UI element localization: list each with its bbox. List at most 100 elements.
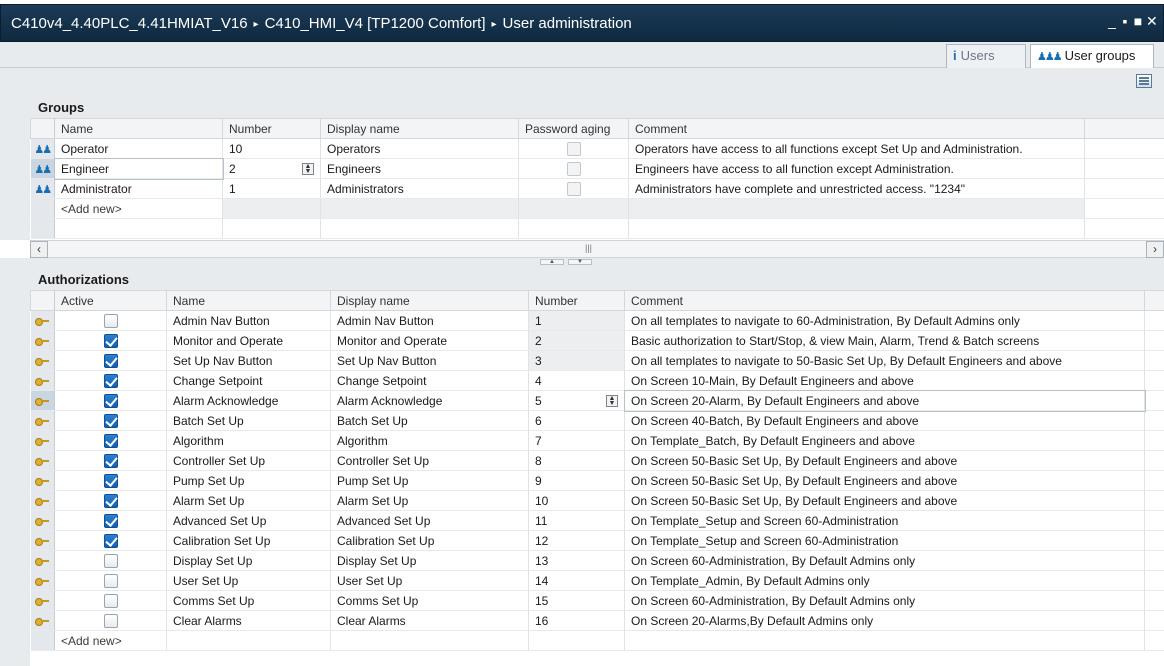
active-checkbox[interactable] bbox=[103, 433, 118, 448]
authorization-comment[interactable]: On Screen 60-Administration, By Default … bbox=[624, 550, 1145, 571]
active-checkbox[interactable] bbox=[103, 413, 118, 428]
authorization-row[interactable]: Advanced Set Up Advanced Set Up 11 On Templ… bbox=[30, 510, 1164, 531]
active-cell[interactable] bbox=[54, 590, 167, 611]
row-header[interactable] bbox=[30, 570, 55, 591]
row-header[interactable] bbox=[30, 410, 55, 431]
group-name[interactable]: Administrator bbox=[54, 178, 223, 199]
group-name[interactable]: Engineer bbox=[53, 157, 224, 180]
spinner-icon[interactable]: ▲ ▼ bbox=[606, 394, 618, 407]
authorization-name[interactable]: Controller Set Up bbox=[166, 450, 331, 471]
active-checkbox[interactable] bbox=[103, 453, 118, 468]
active-checkbox[interactable] bbox=[103, 333, 118, 348]
authorization-display-name[interactable]: Alarm Acknowledge bbox=[330, 390, 529, 411]
authorization-row[interactable]: Comms Set Up Comms Set Up 15 On Screen 60-A… bbox=[30, 590, 1164, 611]
authorization-display-name[interactable]: User Set Up bbox=[330, 570, 529, 591]
authorization-name[interactable]: Algorithm bbox=[166, 430, 331, 451]
authorization-number-cell[interactable]: 7 bbox=[528, 430, 625, 451]
row-header[interactable]: ♟♟ bbox=[30, 178, 55, 199]
active-cell[interactable] bbox=[54, 430, 167, 451]
authorization-display-name[interactable]: Alarm Set Up bbox=[330, 490, 529, 511]
authorization-row[interactable]: Alarm Acknowledge Alarm Acknowledge 5 ▲ ▼ On … bbox=[30, 389, 1164, 412]
authorization-display-name[interactable]: Algorithm bbox=[330, 430, 529, 451]
password-aging-checkbox[interactable] bbox=[566, 161, 581, 176]
col-comment[interactable]: Comment bbox=[624, 290, 1145, 311]
maximize-icon[interactable]: ■ bbox=[1133, 13, 1146, 29]
authorization-display-name[interactable]: Change Setpoint bbox=[330, 370, 529, 391]
authorization-row[interactable]: Batch Set Up Batch Set Up 6 On Screen 40-Ba… bbox=[30, 410, 1164, 431]
row-header[interactable] bbox=[30, 530, 55, 551]
authorization-name[interactable]: Pump Set Up bbox=[166, 470, 331, 491]
active-checkbox[interactable] bbox=[103, 513, 118, 528]
active-checkbox[interactable] bbox=[103, 493, 118, 508]
row-header[interactable] bbox=[30, 350, 55, 371]
col-name[interactable]: Name bbox=[54, 118, 223, 139]
authorization-row[interactable]: Controller Set Up Controller Set Up 8 On Sc… bbox=[30, 450, 1164, 471]
authorization-number-cell[interactable]: 8 bbox=[528, 450, 625, 471]
row-header[interactable] bbox=[30, 430, 55, 451]
active-cell[interactable] bbox=[54, 510, 167, 531]
authorization-number-cell[interactable]: 15 bbox=[528, 590, 625, 611]
col-name[interactable]: Name bbox=[166, 290, 331, 311]
authorization-comment[interactable]: On Screen 50-Basic Set Up, By Default En… bbox=[624, 450, 1145, 471]
group-password-aging[interactable] bbox=[518, 138, 629, 159]
col-password-aging[interactable]: Password aging bbox=[518, 118, 629, 139]
authorization-name[interactable]: Display Set Up bbox=[166, 550, 331, 571]
group-row[interactable]: ♟♟ Administrator 1 Administrators Admini… bbox=[30, 178, 1164, 199]
row-header[interactable] bbox=[30, 550, 55, 571]
authorization-comment[interactable]: On all templates to navigate to 60-Admin… bbox=[624, 310, 1145, 331]
authorization-row[interactable]: Algorithm Algorithm 7 On Template_Batch, By… bbox=[30, 430, 1164, 451]
authorization-comment[interactable]: On Screen 10-Main, By Default Engineers … bbox=[624, 370, 1145, 391]
add-new-authorization[interactable]: <Add new> bbox=[54, 630, 167, 651]
authorization-display-name[interactable]: Set Up Nav Button bbox=[330, 350, 529, 371]
authorization-name[interactable]: User Set Up bbox=[166, 570, 331, 591]
row-header[interactable] bbox=[30, 590, 55, 611]
row-header[interactable] bbox=[30, 610, 55, 631]
authorization-comment[interactable]: Basic authorization to Start/Stop, & vie… bbox=[624, 330, 1145, 351]
group-password-aging[interactable] bbox=[518, 158, 629, 179]
active-checkbox[interactable] bbox=[103, 393, 118, 408]
authorization-row[interactable]: Alarm Set Up Alarm Set Up 10 On Screen 50-B… bbox=[30, 490, 1164, 511]
authorization-comment[interactable]: On Template_Admin, By Default Admins onl… bbox=[624, 570, 1145, 591]
row-header[interactable]: ♟♟ bbox=[30, 158, 55, 179]
active-cell[interactable] bbox=[54, 350, 167, 371]
scroll-right-icon[interactable]: › bbox=[1146, 241, 1164, 258]
active-checkbox[interactable] bbox=[103, 613, 118, 628]
authorization-name[interactable]: Alarm Set Up bbox=[166, 490, 331, 511]
authorization-name[interactable]: Set Up Nav Button bbox=[166, 350, 331, 371]
active-cell[interactable] bbox=[54, 610, 167, 631]
authorization-display-name[interactable]: Pump Set Up bbox=[330, 470, 529, 491]
authorization-number-cell[interactable]: 10 bbox=[528, 490, 625, 511]
authorization-number-cell[interactable]: 1 bbox=[528, 310, 625, 331]
col-comment[interactable]: Comment bbox=[628, 118, 1085, 139]
row-header[interactable] bbox=[30, 390, 55, 411]
collapse-down-icon[interactable]: ▼ bbox=[568, 259, 592, 265]
minimize-icon[interactable]: _ bbox=[1107, 13, 1120, 29]
authorization-row[interactable]: Clear Alarms Clear Alarms 16 On Screen 20-A… bbox=[30, 610, 1164, 631]
active-cell[interactable] bbox=[54, 570, 167, 591]
authorization-comment[interactable]: On Screen 20-Alarm, By Default Engineers… bbox=[623, 389, 1146, 412]
active-cell[interactable] bbox=[54, 370, 167, 391]
password-aging-checkbox[interactable] bbox=[566, 181, 581, 196]
active-cell[interactable] bbox=[54, 530, 167, 551]
authorization-add-row[interactable]: <Add new> bbox=[30, 630, 1164, 651]
row-header[interactable] bbox=[30, 450, 55, 471]
breadcrumb-device[interactable]: C410_HMI_V4 [TP1200 Comfort] bbox=[265, 15, 486, 32]
authorization-number-cell[interactable]: 5 ▲ ▼ bbox=[528, 390, 625, 411]
group-display-name[interactable]: Operators bbox=[320, 138, 519, 159]
row-header[interactable] bbox=[30, 490, 55, 511]
active-cell[interactable] bbox=[54, 490, 167, 511]
group-display-name[interactable]: Engineers bbox=[320, 158, 519, 179]
authorization-number-cell[interactable]: 16 bbox=[528, 610, 625, 631]
authorization-comment[interactable]: On Template_Setup and Screen 60-Administ… bbox=[624, 510, 1145, 531]
breadcrumb-project[interactable]: C410v4_4.40PLC_4.41HMIAT_V16 bbox=[11, 15, 248, 32]
group-comment[interactable]: Administrators have complete and unrestr… bbox=[628, 178, 1085, 199]
authorization-number-cell[interactable]: 4 bbox=[528, 370, 625, 391]
active-cell[interactable] bbox=[54, 410, 167, 431]
active-cell[interactable] bbox=[54, 450, 167, 471]
authorization-comment[interactable]: On Screen 20-Alarms,By Default Admins on… bbox=[624, 610, 1145, 631]
authorization-name[interactable]: Monitor and Operate bbox=[166, 330, 331, 351]
authorization-display-name[interactable]: Admin Nav Button bbox=[330, 310, 529, 331]
authorization-row[interactable]: Set Up Nav Button Set Up Nav Button 3 On al… bbox=[30, 350, 1164, 371]
authorization-row[interactable]: Display Set Up Display Set Up 13 On Screen … bbox=[30, 550, 1164, 571]
active-checkbox[interactable] bbox=[103, 573, 118, 588]
